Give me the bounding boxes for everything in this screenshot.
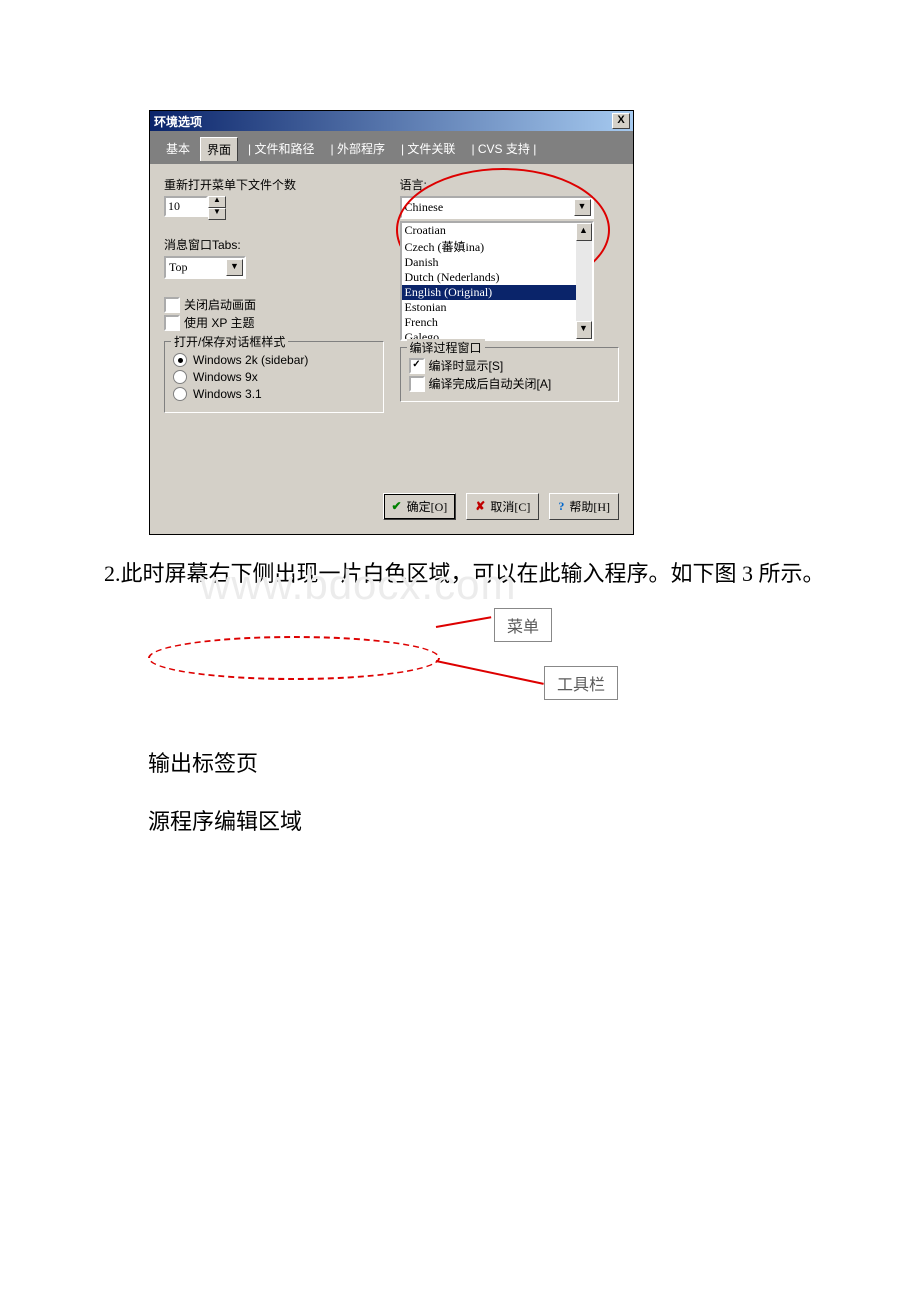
msg-tabs-label: 消息窗口Tabs: — [164, 236, 384, 253]
dialog-style-group: 打开/保存对话框样式 Windows 2k (sidebar) Windows … — [164, 341, 384, 413]
tab-assoc[interactable]: | 文件关联 — [395, 137, 461, 161]
tab-interface[interactable]: 界面 — [200, 137, 238, 161]
check-icon — [392, 499, 402, 514]
radio-win9x[interactable]: Windows 9x — [173, 370, 375, 384]
msg-tabs-value: Top — [166, 260, 225, 275]
language-selected: Chinese — [402, 200, 573, 215]
show-on-compile-checkbox[interactable]: ✓ 编译时显示[S] — [409, 357, 611, 374]
list-item[interactable]: Estonian — [402, 300, 576, 315]
leader-line-icon — [436, 660, 544, 685]
reopen-count-label: 重新打开菜单下文件个数 — [164, 176, 384, 193]
scroll-down-icon[interactable]: ▼ — [576, 321, 592, 339]
language-label: 语言: — [400, 176, 620, 193]
language-select[interactable]: Chinese ▼ — [400, 196, 594, 219]
radio-win2k[interactable]: Windows 2k (sidebar) — [173, 353, 375, 367]
dialog-titlebar: 环境选项 X — [150, 111, 633, 131]
list-item[interactable]: French — [402, 315, 576, 330]
chevron-down-icon[interactable]: ▼ — [226, 259, 243, 276]
ui-area-diagram: 菜单 工具栏 — [148, 610, 920, 720]
leader-line-icon — [436, 617, 491, 629]
checkbox-icon — [164, 315, 180, 331]
tab-external[interactable]: | 外部程序 — [325, 137, 391, 161]
list-item[interactable]: Dutch (Nederlands) — [402, 270, 576, 285]
list-item[interactable]: Czech (蕃嫃ina) — [402, 238, 576, 255]
language-listbox[interactable]: Croatian Czech (蕃嫃ina) Danish Dutch (Ned… — [400, 221, 594, 341]
compile-window-group: 编译过程窗口 ✓ 编译时显示[S] 编译完成后自动关闭[A] — [400, 347, 620, 402]
list-item[interactable]: Croatian — [402, 223, 576, 238]
checkbox-icon — [164, 297, 180, 313]
question-icon — [558, 499, 564, 514]
label-toolbar: 工具栏 — [544, 666, 618, 700]
body-paragraph: 2.此时屏幕右下侧出现一片白色区域，可以在此输入程序。如下图 3 所示。 www… — [60, 555, 860, 592]
dialog-tabs: 基本 界面 | 文件和路径 | 外部程序 | 文件关联 | CVS 支持 | — [150, 131, 633, 164]
label-output-tab: 输出标签页 — [148, 746, 920, 778]
scroll-track[interactable] — [576, 241, 592, 321]
autoclose-after-compile-checkbox[interactable]: 编译完成后自动关闭[A] — [409, 375, 611, 392]
tab-basic[interactable]: 基本 — [160, 137, 196, 161]
environment-options-dialog: 环境选项 X 基本 界面 | 文件和路径 | 外部程序 | 文件关联 | CVS… — [149, 110, 920, 535]
msg-tabs-select[interactable]: Top ▼ — [164, 256, 246, 279]
scroll-up-icon[interactable]: ▲ — [576, 223, 592, 241]
reopen-count-spinner[interactable]: ▲ ▼ — [164, 196, 224, 220]
dialog-style-legend: 打开/保存对话框样式 — [171, 333, 288, 350]
spin-down-icon[interactable]: ▼ — [208, 208, 226, 220]
cancel-button[interactable]: 取消[C] — [466, 493, 539, 520]
compile-window-legend: 编译过程窗口 — [407, 339, 485, 356]
checkbox-checked-icon: ✓ — [409, 358, 425, 374]
label-menu: 菜单 — [494, 608, 552, 642]
tab-paths[interactable]: | 文件和路径 — [242, 137, 320, 161]
dashed-ellipse-icon — [148, 636, 440, 680]
close-icon[interactable]: X — [612, 113, 630, 129]
use-xp-theme-checkbox[interactable]: 使用 XP 主题 — [164, 314, 384, 331]
ok-button[interactable]: 确定[O] — [383, 493, 457, 520]
x-icon — [475, 499, 485, 514]
radio-win31[interactable]: Windows 3.1 — [173, 387, 375, 401]
radio-icon — [173, 387, 187, 401]
label-editor-area: 源程序编辑区域 — [148, 804, 920, 836]
dialog-title: 环境选项 — [154, 113, 612, 130]
radio-icon — [173, 353, 187, 367]
chevron-down-icon[interactable]: ▼ — [574, 199, 591, 216]
help-button[interactable]: 帮助[H] — [549, 493, 619, 520]
reopen-count-input[interactable] — [164, 196, 208, 217]
radio-icon — [173, 370, 187, 384]
list-item-selected[interactable]: English (Original) — [402, 285, 576, 300]
checkbox-icon — [409, 376, 425, 392]
close-splash-checkbox[interactable]: 关闭启动画面 — [164, 296, 384, 313]
scrollbar[interactable]: ▲ ▼ — [576, 223, 592, 339]
tab-cvs[interactable]: | CVS 支持 | — [465, 137, 542, 161]
para-prefix: 2. — [104, 561, 121, 586]
list-item[interactable]: Danish — [402, 255, 576, 270]
